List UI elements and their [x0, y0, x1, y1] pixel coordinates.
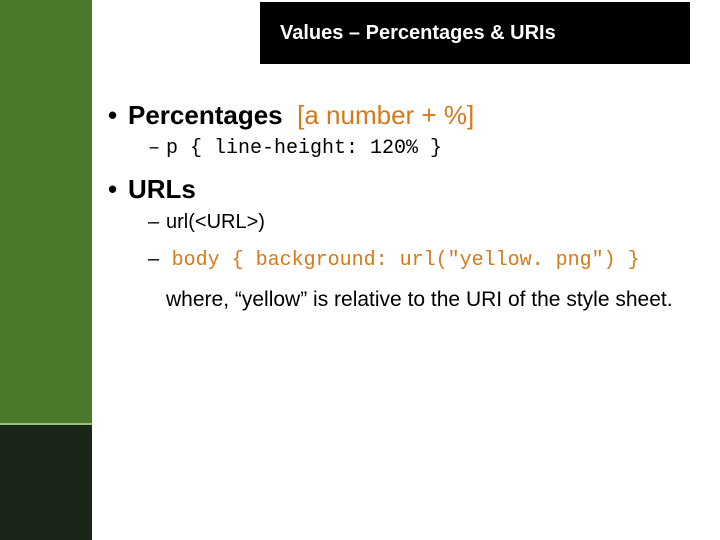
sub-percentages-code: –p { line-height: 120% } [148, 137, 698, 160]
bullet-percentages: •Percentages [a number + %] [108, 100, 698, 131]
sub-url-syntax: –url(<URL>) [148, 211, 698, 234]
bullet-urls-label: URLs [128, 174, 196, 204]
url-syntax-text: url(<URL>) [166, 211, 265, 233]
side-stripe-dark [0, 425, 92, 540]
bullet-percentages-label: Percentages [128, 100, 283, 130]
slide-title: Values – Percentages & URIs [280, 22, 556, 45]
url-note: where, “yellow” is relative to the URI o… [166, 286, 698, 314]
slide: Values – Percentages & URIs •Percentages… [0, 0, 720, 540]
dash-icon: – [148, 248, 166, 271]
title-bar: Values – Percentages & URIs [260, 2, 690, 64]
code-line-height: p { line-height: 120% } [166, 137, 442, 160]
sub-url-example: – body { background: url("yellow. png") … [148, 248, 698, 272]
bullet-dot-icon: • [108, 100, 128, 131]
bullet-urls: •URLs [108, 174, 698, 205]
code-background-url: body { background: url("yellow. png") } [172, 249, 640, 272]
dash-icon: – [148, 137, 166, 160]
bullet-dot-icon: • [108, 174, 128, 205]
bullet-percentages-bracket: [a number + %] [290, 100, 474, 130]
content-area: •Percentages [a number + %] –p { line-he… [108, 100, 698, 314]
bracket-text: [a number + %] [297, 100, 474, 130]
dash-icon: – [148, 211, 166, 234]
